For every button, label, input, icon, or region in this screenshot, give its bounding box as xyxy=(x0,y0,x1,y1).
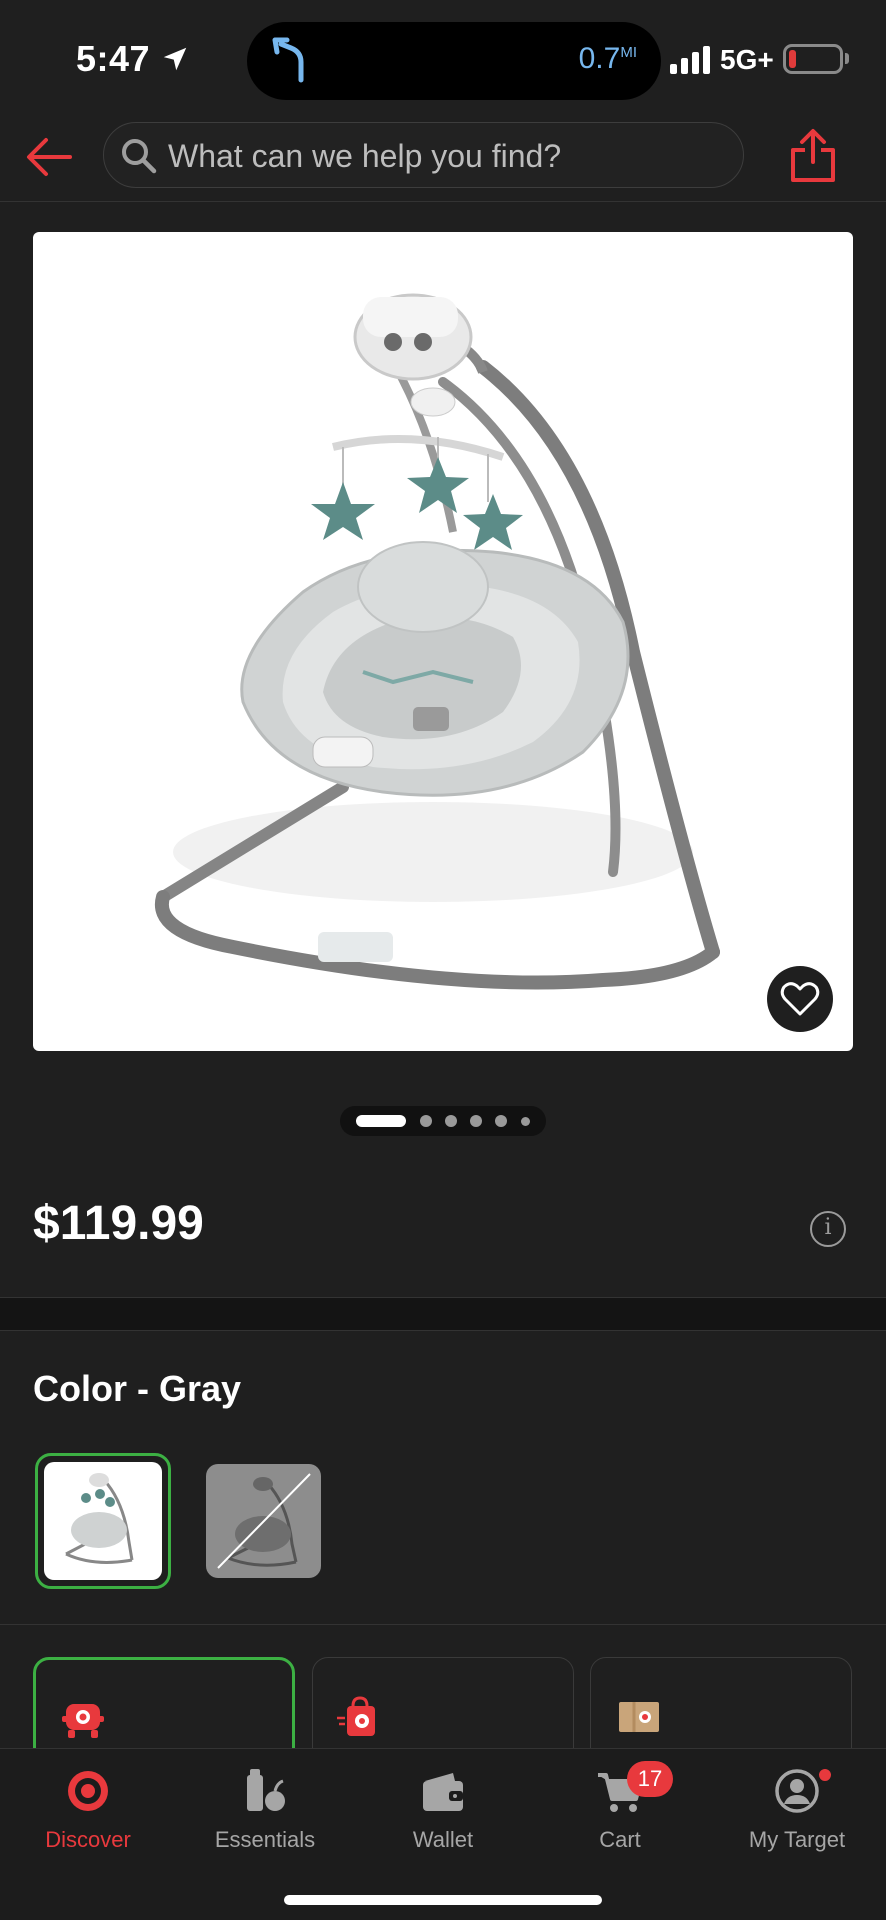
shipping-box-icon xyxy=(619,1702,659,1732)
baby-swing-product-image xyxy=(154,293,720,990)
battery-tip xyxy=(845,53,849,64)
tab-label: Cart xyxy=(599,1827,641,1852)
cart-count-badge: 17 xyxy=(627,1761,673,1797)
header xyxy=(0,118,886,202)
tab-label: Essentials xyxy=(214,1827,316,1852)
color-swatch-unavailable[interactable] xyxy=(206,1464,321,1578)
section-line xyxy=(0,1624,886,1625)
pager-dot-active[interactable] xyxy=(356,1115,406,1127)
color-title: Color - Gray xyxy=(33,1368,242,1409)
back-arrow-icon[interactable] xyxy=(22,132,76,182)
pager-dot[interactable] xyxy=(470,1115,482,1127)
tab-cart[interactable]: 17 Cart xyxy=(535,1761,705,1867)
target-logo-icon xyxy=(68,1771,108,1811)
battery-icon xyxy=(783,44,843,74)
tab-essentials[interactable]: Essentials xyxy=(180,1767,350,1867)
color-swatch-gray[interactable] xyxy=(35,1453,171,1589)
search-icon xyxy=(122,139,157,174)
pager-dot[interactable] xyxy=(495,1115,507,1127)
swatch-thumbnail xyxy=(65,1473,134,1564)
product-price: $119.99 xyxy=(33,1197,204,1250)
notification-dot xyxy=(817,1767,833,1783)
location-arrow-icon xyxy=(163,47,187,71)
share-icon[interactable] xyxy=(788,128,838,184)
tab-label: Wallet xyxy=(412,1827,474,1852)
account-icon xyxy=(775,1769,819,1813)
navigation-distance: 0.7MI xyxy=(578,42,637,75)
image-pager[interactable] xyxy=(340,1106,546,1136)
network-type: 5G+ xyxy=(720,44,774,75)
pager-dot[interactable] xyxy=(445,1115,457,1127)
pager-dot[interactable] xyxy=(420,1115,432,1127)
heart-icon xyxy=(780,982,820,1016)
status-time: 5:47 xyxy=(76,38,151,79)
home-indicator[interactable] xyxy=(284,1895,602,1905)
tab-wallet[interactable]: Wallet xyxy=(358,1767,528,1867)
essentials-icon xyxy=(247,1769,285,1811)
cellular-signal-icon xyxy=(670,46,710,74)
tab-label: My Target xyxy=(748,1827,846,1852)
section-divider xyxy=(0,1297,886,1331)
pickup-bag-icon xyxy=(337,1696,375,1736)
search-input[interactable] xyxy=(168,131,728,181)
favorite-button[interactable] xyxy=(767,966,833,1032)
dynamic-island[interactable]: 0.7MI xyxy=(247,22,661,100)
tab-discover[interactable]: Discover xyxy=(3,1767,173,1867)
pager-dot[interactable] xyxy=(521,1117,530,1126)
product-image-carousel[interactable] xyxy=(33,232,853,1051)
search-bar[interactable] xyxy=(103,122,744,188)
drive-up-icon xyxy=(62,1704,104,1738)
info-icon[interactable]: i xyxy=(810,1211,846,1247)
tab-my-target[interactable]: My Target xyxy=(712,1767,882,1867)
wallet-icon xyxy=(423,1773,463,1811)
turn-left-arrow-icon xyxy=(272,37,304,83)
tab-label: Discover xyxy=(45,1827,131,1852)
status-bar: 5:47 0.7MI 5G+ xyxy=(0,0,886,118)
swatch-thumbnail-unavailable xyxy=(217,1473,311,1569)
